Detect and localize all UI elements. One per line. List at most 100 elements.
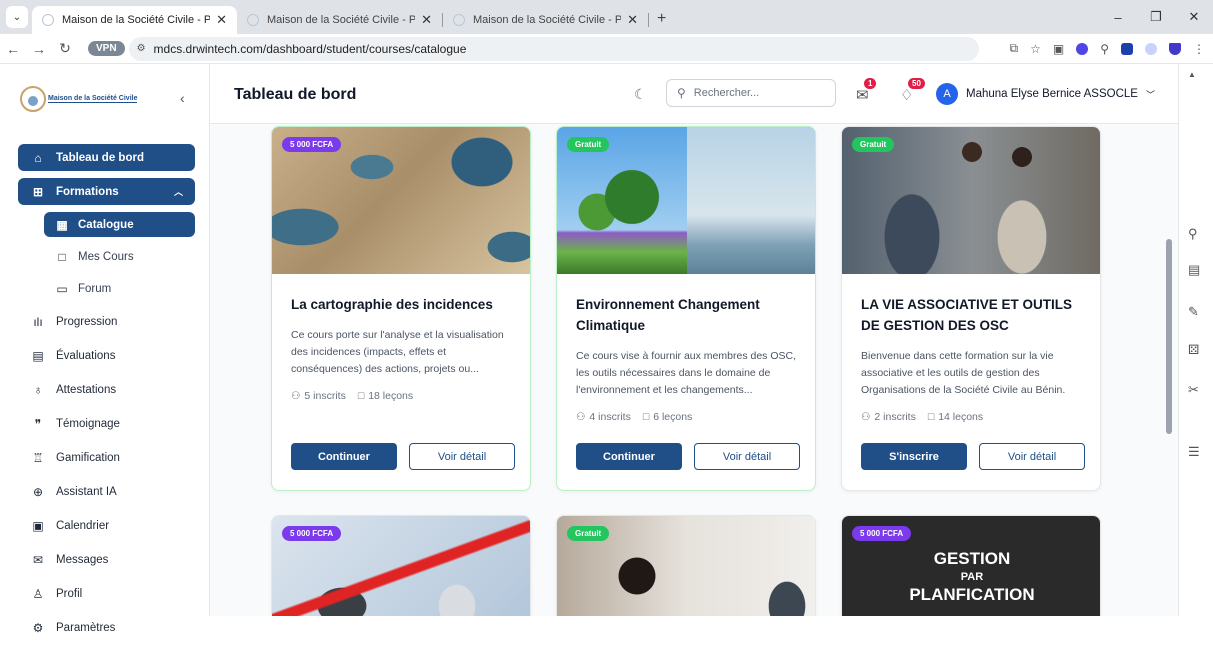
sidebar-item-progression[interactable]: ılı Progression [18,308,195,335]
sidebar-item-messages[interactable]: ✉ Messages [18,546,195,573]
view-detail-button[interactable]: Voir détail [979,443,1085,470]
course-title[interactable]: La cartographie des incidences [291,294,511,315]
chat-icon: ▭ [56,281,68,296]
sidebar-item-formations[interactable]: ⊞ Formations ︿ [18,178,195,205]
restore-icon[interactable]: ❐ [1137,9,1175,25]
shield-icon[interactable] [1169,42,1181,55]
sidebar-item-label: Catalogue [78,218,134,231]
course-image[interactable]: Gratuit [842,127,1100,274]
continue-button[interactable]: Continuer [576,443,682,470]
sidebar: Maison de la Société Civile ‹ ⌂ Tableau … [0,64,210,635]
close-tab-icon[interactable]: ✕ [216,12,227,28]
logo-text: Maison de la Société Civile [48,95,138,103]
save-icon[interactable]: ▤ [1188,262,1200,278]
course-image[interactable]: 5 000 FCFA [272,127,530,274]
page-title: Tableau de bord [234,86,357,103]
mail-icon: ✉ [32,552,44,567]
course-title[interactable]: Environnement Changement Climatique [576,294,796,336]
search-input[interactable]: ⚲ Rechercher... [666,79,836,107]
search-icon: ⚲ [677,86,686,100]
view-detail-button[interactable]: Voir détail [694,443,800,470]
minimize-icon[interactable]: – [1099,10,1137,25]
vpn-badge[interactable]: VPN [88,41,125,56]
sidebar-item-evaluations[interactable]: ▤ Évaluations [18,342,195,369]
site-settings-icon[interactable]: ⚙ [137,43,146,54]
browser-tab-2[interactable]: Maison de la Société Civile - Pl ✕ [237,6,442,34]
sidebar-item-label: Progression [56,315,118,328]
sidebar-item-mes-cours[interactable]: □ Mes Cours [44,244,195,269]
user-menu[interactable]: A Mahuna Elyse Bernice ASSOCLE ﹀ [936,83,1155,105]
sidebar-item-temoignage[interactable]: ❞ Témoignage [18,410,195,437]
edit-icon[interactable]: ✎ [1188,304,1199,320]
tab-title: Maison de la Société Civile - Pl [62,14,211,26]
install-app-icon[interactable]: ⧉ [1010,41,1019,56]
forward-icon[interactable]: → [26,41,52,57]
close-tab-icon[interactable]: ✕ [627,12,638,28]
bookmark-star-icon[interactable]: ☆ [1030,42,1041,56]
tab-divider [648,13,649,27]
browser-menu-icon[interactable]: ⋮ [1193,42,1205,56]
sidebar-item-gamification[interactable]: ♖ Gamification [18,444,195,471]
sidebar-item-forum[interactable]: ▭ Forum [44,276,195,301]
reload-icon[interactable]: ↻ [52,40,78,57]
sidebar-item-assistant-ia[interactable]: ⊕ Assistant IA [18,478,195,505]
tools-icon[interactable]: ✂ [1188,382,1199,398]
home-icon: ⌂ [34,150,42,165]
sidebar-item-label: Calendrier [56,519,110,532]
sidebar-item-tableau-de-bord[interactable]: ⌂ Tableau de bord [18,144,195,171]
media-icon[interactable]: ▣ [1053,42,1064,56]
url-field[interactable]: ⚙ mdcs.drwintech.com/dashboard/student/c… [128,36,979,61]
back-icon[interactable]: ← [0,41,26,57]
tab-search-button[interactable]: ⌄ [6,6,28,28]
url-text: mdcs.drwintech.com/dashboard/student/cou… [153,41,467,56]
profile-icon[interactable] [1145,42,1157,55]
view-detail-button[interactable]: Voir détail [409,443,515,470]
extension-icon[interactable] [1076,42,1089,55]
grid-icon: ▦ [56,217,68,232]
course-image[interactable]: Gratuit [557,127,815,274]
sidebar-item-profil[interactable]: ♙ Profil [18,580,195,607]
logo[interactable]: Maison de la Société Civile [20,82,138,116]
notifications-bell-icon[interactable]: ♢ 50 [900,78,925,104]
users-icon: ⚇ [291,390,301,402]
content-scrollbar[interactable] [1166,239,1172,434]
sidebar-toggle-icon[interactable] [1121,42,1133,55]
theme-toggle-icon[interactable]: ☾ [634,86,647,103]
sidebar-item-calendrier[interactable]: ▣ Calendrier [18,512,195,539]
course-description: Bienvenue dans cette formation sur la vi… [861,350,1066,396]
games-icon[interactable]: ⚄ [1188,342,1199,358]
enroll-button[interactable]: S'inscrire [861,443,967,470]
browser-tab-3[interactable]: Maison de la Société Civile - Pl ✕ [443,6,648,34]
browser-tab-1[interactable]: Maison de la Société Civile - Pl ✕ [32,6,237,34]
search-page-icon[interactable]: ⚲ [1188,226,1198,242]
sidebar-item-label: Assistant IA [56,485,117,498]
brain-icon: ⊕ [32,484,44,499]
sidebar-item-attestations[interactable]: ♁ Attestations [18,376,195,403]
course-title[interactable]: LA VIE ASSOCIATIVE ET OUTILS DE GESTION … [861,294,1081,336]
sidebar-item-label: Mes Cours [78,250,134,263]
course-description: Ce cours porte sur l'analyse et la visua… [291,329,504,375]
course-meta: ⚇ 5 inscrits □ 18 leçons [291,390,511,402]
course-image[interactable]: 5 000 FCFA GESTION PAR PLANFICATION [842,516,1100,616]
course-meta: ⚇ 4 inscrits □ 6 leçons [576,411,796,423]
sidebar-item-label: Forum [78,282,112,295]
price-badge: 5 000 FCFA [852,526,912,541]
course-image[interactable]: 5 000 FCFA [272,516,530,616]
sidebar-item-label: Gamification [56,451,120,464]
continue-button[interactable]: Continuer [291,443,397,470]
sidebar-item-parametres[interactable]: ⚙ Paramètres [18,614,195,641]
course-image[interactable]: Gratuit [557,516,815,616]
course-card: Gratuit LA VIE ASSOCIATIVE ET OUTILS DE … [841,126,1101,491]
browser-tab-bar: ⌄ Maison de la Société Civile - Pl ✕ Mai… [0,0,1213,34]
book-open-icon: ⊞ [32,184,44,199]
collapse-sidebar-icon[interactable]: ‹ [180,90,185,106]
extensions-puzzle-icon[interactable]: ⚲ [1100,42,1109,56]
close-window-icon[interactable]: ✕ [1175,9,1213,25]
close-tab-icon[interactable]: ✕ [421,12,432,28]
sidebar-item-label: Attestations [56,383,117,396]
new-tab-icon[interactable]: + [657,10,666,28]
settings-sliders-icon[interactable]: ☰ [1188,444,1200,460]
sidebar-item-catalogue[interactable]: ▦ Catalogue [44,212,195,237]
scroll-up-icon[interactable]: ▲ [1188,70,1196,79]
messages-icon[interactable]: ✉ 1 [856,78,877,104]
